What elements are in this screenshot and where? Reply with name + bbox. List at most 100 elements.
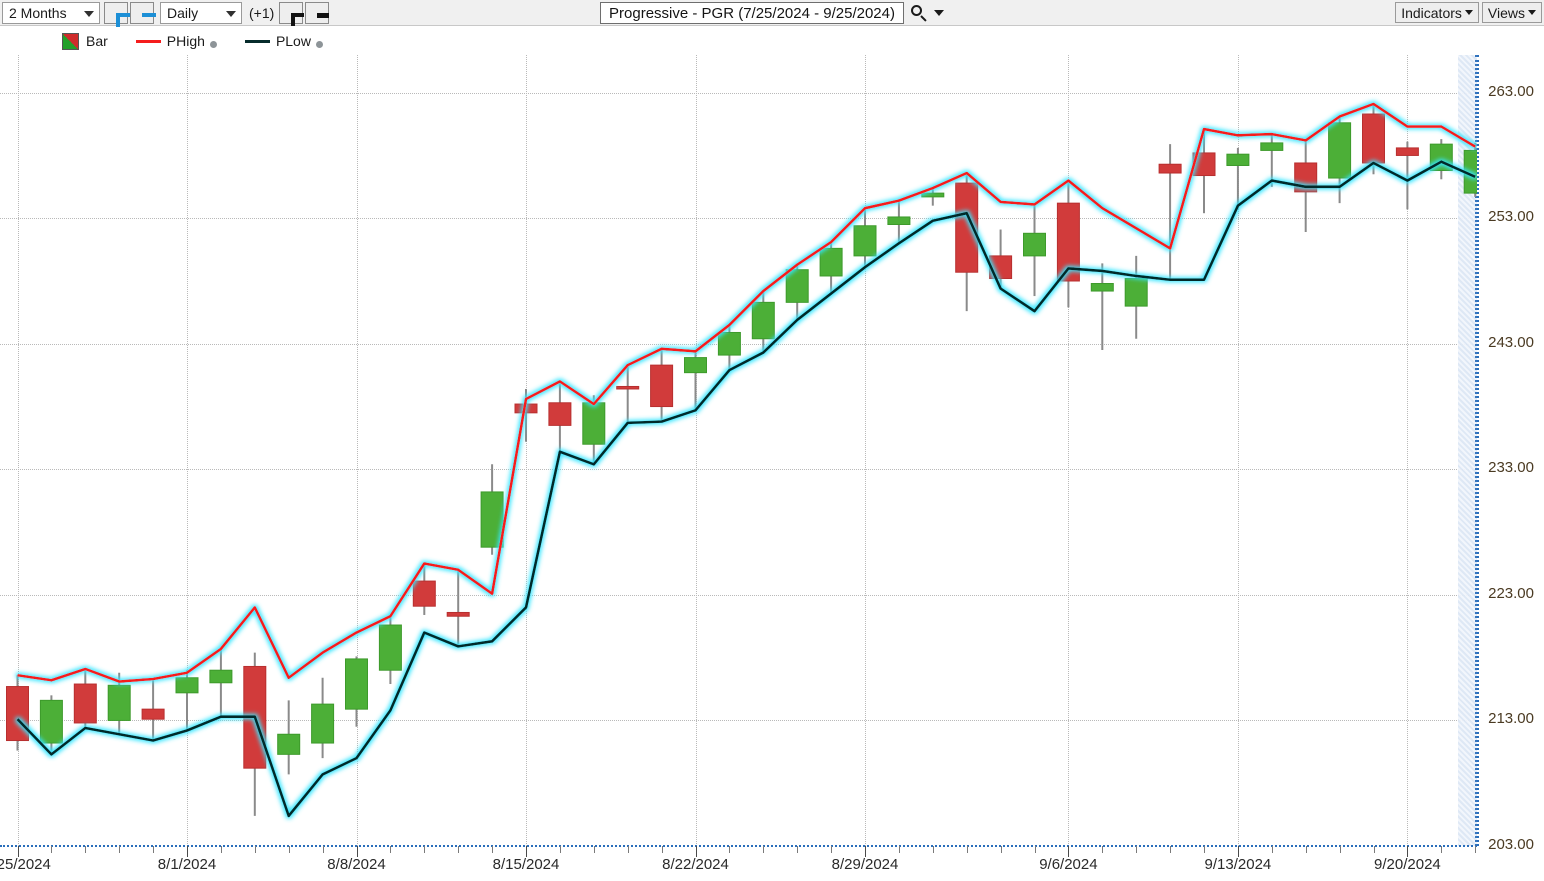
candle-body[interactable]: [751, 301, 775, 340]
x-axis-tick-mark: [661, 846, 663, 853]
x-axis-tick-label: 8/15/2024: [492, 856, 560, 873]
candle-body[interactable]: [582, 402, 606, 445]
candle-body[interactable]: [1226, 153, 1250, 166]
interval-select-value: Daily: [167, 4, 199, 21]
candle-body[interactable]: [616, 385, 640, 390]
x-axis-tick-label: 8/22/2024: [662, 856, 729, 873]
x-axis-tick-mark: [966, 846, 968, 853]
candle-body[interactable]: [921, 192, 945, 198]
x-axis-tick-mark: [1237, 846, 1239, 857]
candle-body[interactable]: [853, 225, 877, 257]
symbol-search-group[interactable]: [910, 4, 944, 22]
x-axis-tick-mark: [1475, 846, 1477, 853]
x-axis-tick-mark: [492, 846, 494, 853]
legend-settings-dot-icon[interactable]: [209, 40, 217, 48]
views-button[interactable]: Views: [1481, 2, 1542, 23]
legend-settings-dot-icon[interactable]: [315, 40, 323, 48]
y-axis-tick-label: 233.00: [1488, 459, 1534, 477]
candle-body[interactable]: [141, 708, 165, 720]
x-axis-tick-mark: [187, 846, 188, 857]
x-axis-tick-mark: [1339, 846, 1341, 853]
candle-body[interactable]: [378, 624, 402, 671]
legend-item-label: PHigh: [166, 33, 205, 49]
candle-body[interactable]: [277, 733, 301, 755]
x-axis-tick-mark: [526, 846, 527, 857]
chart-legend: Bar PHigh PLow: [0, 27, 1460, 55]
candle-body[interactable]: [480, 491, 504, 548]
x-axis-tick-label: 8/8/2024: [327, 856, 386, 873]
price-chart[interactable]: [0, 55, 1477, 846]
candle-body[interactable]: [446, 611, 470, 617]
x-axis-tick-mark: [1000, 846, 1002, 853]
bar-decrement-button[interactable]: [305, 1, 330, 24]
candle-body[interactable]: [6, 686, 29, 742]
x-axis-tick-mark: [695, 846, 697, 857]
toolbar-left-group: 2 Months Daily (+1): [0, 1, 331, 24]
bar-increment-button[interactable]: [279, 1, 304, 24]
toolbar-right-group: Indicators Views: [1392, 2, 1542, 23]
candle-body[interactable]: [1260, 142, 1284, 151]
indicators-button[interactable]: Indicators: [1395, 2, 1479, 23]
period-select[interactable]: 2 Months: [2, 1, 100, 24]
candle-body[interactable]: [345, 658, 368, 710]
candle-body[interactable]: [819, 247, 843, 277]
legend-item-phigh[interactable]: PHigh: [135, 33, 217, 49]
candle-body[interactable]: [887, 216, 911, 225]
x-axis-tick-mark: [220, 846, 222, 853]
candle-body[interactable]: [1362, 113, 1385, 164]
candle-body[interactable]: [1124, 277, 1148, 307]
candle-body[interactable]: [684, 357, 707, 374]
x-axis-tick-label: 9/13/2024: [1204, 856, 1272, 873]
candle-body[interactable]: [107, 684, 131, 721]
interval-select[interactable]: Daily: [160, 1, 242, 24]
candle-body[interactable]: [1090, 283, 1114, 292]
candle-body[interactable]: [989, 255, 1013, 279]
x-axis-tick-mark: [763, 846, 765, 853]
indicators-button-label: Indicators: [1401, 4, 1462, 21]
x-axis-tick-mark: [153, 846, 155, 853]
candle-body[interactable]: [175, 677, 199, 694]
legend-item-bar[interactable]: Bar: [62, 32, 108, 50]
symbol-title[interactable]: Progressive - PGR (7/25/2024 - 9/25/2024…: [600, 2, 904, 24]
candle-body[interactable]: [785, 269, 809, 303]
candle-body[interactable]: [1158, 163, 1182, 174]
candle-body[interactable]: [717, 331, 741, 356]
candle-body[interactable]: [1328, 122, 1352, 179]
x-axis-tick-mark: [1407, 846, 1409, 857]
x-axis-tick-label: 9/20/2024: [1374, 856, 1441, 873]
x-axis-tick-mark: [1068, 846, 1070, 857]
period-zoom-out-button[interactable]: [130, 1, 154, 24]
chevron-down-icon: [226, 10, 236, 17]
x-axis-tick-label: 8/1/2024: [157, 856, 217, 873]
y-axis-tick-label: 253.00: [1488, 208, 1534, 226]
candle-body[interactable]: [412, 580, 436, 607]
search-icon[interactable]: [910, 4, 928, 22]
indicator-line-plow[interactable]: [16, 160, 1476, 818]
chart-plot-overlay: [6, 102, 1477, 818]
candle-body[interactable]: [311, 703, 335, 744]
x-axis-tick-mark: [627, 846, 629, 853]
x-axis-tick-label: 9/6/2024: [1039, 856, 1098, 873]
candle-body[interactable]: [1023, 232, 1046, 257]
candle-body[interactable]: [209, 669, 233, 684]
y-axis-line: [1477, 55, 1479, 846]
x-axis-tick-mark: [1034, 846, 1036, 853]
candle-body[interactable]: [1395, 147, 1419, 156]
x-axis-tick-mark: [1204, 846, 1205, 853]
x-axis-tick-mark: [390, 846, 392, 853]
line-icon: [244, 39, 270, 43]
x-axis-tick-mark: [932, 846, 934, 853]
x-axis-tick-mark: [559, 846, 561, 853]
views-button-label: Views: [1487, 4, 1525, 21]
x-axis-tick-label: 7/25/2024: [0, 856, 51, 873]
candle-body[interactable]: [548, 402, 572, 426]
candle-body[interactable]: [650, 364, 674, 408]
legend-item-plow[interactable]: PLow: [244, 33, 323, 49]
x-axis-tick-mark: [797, 846, 799, 853]
x-axis-tick-mark: [865, 846, 866, 857]
x-axis-tick-mark: [1102, 846, 1104, 853]
period-zoom-in-button[interactable]: [104, 1, 128, 24]
chevron-down-icon[interactable]: [933, 10, 944, 16]
candle-body[interactable]: [39, 699, 63, 744]
candle-body[interactable]: [73, 683, 97, 724]
